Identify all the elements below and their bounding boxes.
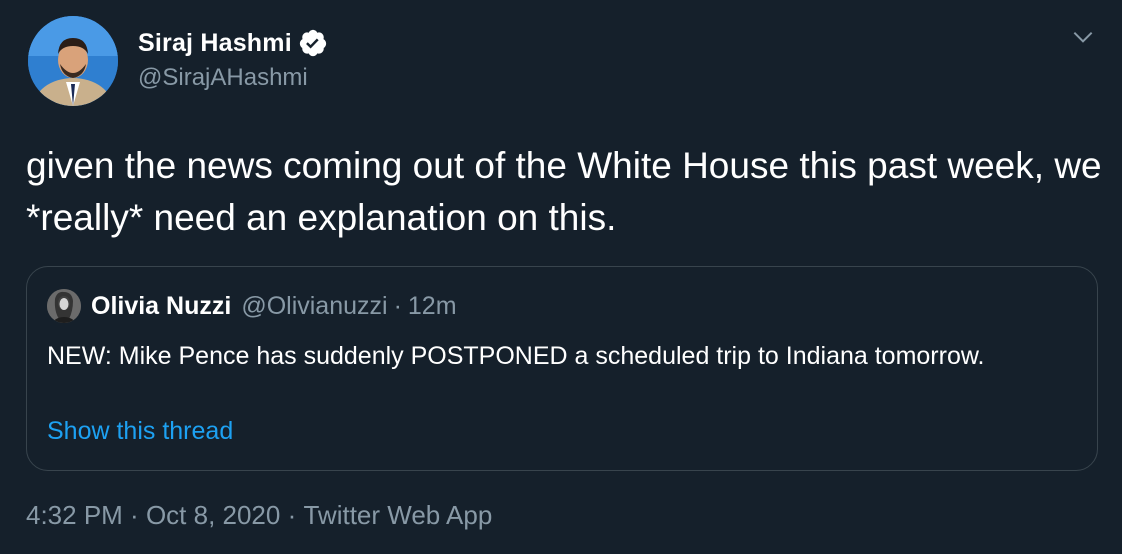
meta-separator-2: · <box>280 500 304 530</box>
tweet-meta: 4:32 PM · Oct 8, 2020 · Twitter Web App <box>26 500 492 531</box>
verified-badge-icon <box>298 28 328 58</box>
avatar-image <box>28 16 118 106</box>
author-block: Siraj Hashmi @SirajAHashmi <box>138 26 328 92</box>
tweet-time[interactable]: 4:32 PM <box>26 500 123 531</box>
quoted-tweet-header: Olivia Nuzzi @Olivianuzzi · 12m <box>47 289 457 323</box>
quoted-separator: · <box>393 291 402 320</box>
meta-separator-1: · <box>122 500 146 530</box>
author-handle[interactable]: @SirajAHashmi <box>138 64 328 92</box>
tweet-source[interactable]: Twitter Web App <box>303 500 492 531</box>
quoted-tweet[interactable]: Olivia Nuzzi @Olivianuzzi · 12m NEW: Mik… <box>26 266 1098 471</box>
tweet-card: Siraj Hashmi @SirajAHashmi given the new… <box>0 0 1122 554</box>
show-thread-link[interactable]: Show this thread <box>47 417 233 446</box>
quoted-author-handle: @Olivianuzzi <box>241 291 388 320</box>
quoted-timestamp: 12m <box>407 291 457 320</box>
quoted-tweet-text: NEW: Mike Pence has suddenly POSTPONED a… <box>47 342 985 370</box>
chevron-down-icon[interactable] <box>1070 24 1096 50</box>
tweet-date[interactable]: Oct 8, 2020 <box>146 500 280 531</box>
tweet-text: given the news coming out of the White H… <box>26 145 1102 238</box>
author-avatar[interactable] <box>28 16 118 106</box>
author-name-row: Siraj Hashmi <box>138 26 328 60</box>
author-name[interactable]: Siraj Hashmi <box>138 29 292 58</box>
quoted-author-avatar <box>47 289 81 323</box>
quoted-author-name: Olivia Nuzzi <box>91 291 232 320</box>
